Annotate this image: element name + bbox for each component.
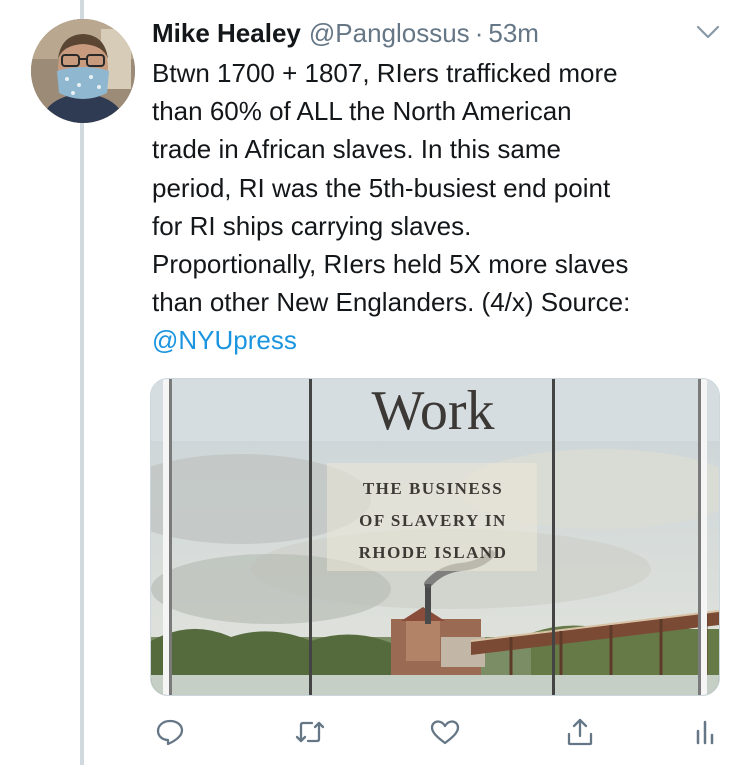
analytics-button[interactable]: [685, 712, 725, 752]
share-button[interactable]: [560, 712, 600, 752]
reply-icon: [156, 719, 184, 746]
mention-link[interactable]: @NYUpress: [152, 321, 742, 359]
tweet-text-line: trade in African slaves. In this same: [152, 134, 561, 165]
tweet-actions: [150, 712, 725, 752]
reply-button[interactable]: [150, 712, 190, 752]
separator-dot: ·: [474, 18, 484, 48]
cover-title: Work: [371, 380, 494, 442]
retweet-button[interactable]: [290, 712, 330, 752]
heart-icon: [430, 720, 460, 745]
book-cover-image: Work THE BUSINESS OF SLAVERY IN RHODE IS…: [151, 379, 719, 695]
display-name[interactable]: Mike Healey: [152, 16, 301, 50]
tweet-text-line: for RI ships carrying slaves.: [152, 210, 472, 241]
cover-subtitle-line: THE BUSINESS: [363, 479, 503, 498]
analytics-icon: [696, 720, 714, 745]
cover-subtitle-line: OF SLAVERY IN: [359, 511, 507, 530]
cover-subtitle-line: RHODE ISLAND: [359, 543, 508, 562]
tweet-text-line: period, RI was the 5th-busiest end point: [152, 172, 611, 203]
timestamp[interactable]: 53m: [488, 16, 539, 50]
tweet-text-line: Proportionally, RIers held 5X more slave…: [152, 249, 629, 280]
tweet-media-image[interactable]: Work THE BUSINESS OF SLAVERY IN RHODE IS…: [150, 378, 720, 696]
avatar-photo: [31, 19, 135, 123]
like-button[interactable]: [425, 712, 465, 752]
avatar[interactable]: [31, 19, 135, 123]
tweet-text-line: than other New Englanders. (4/x) Source:: [152, 287, 631, 318]
retweet-icon: [295, 721, 325, 743]
chevron-down-icon[interactable]: [694, 22, 722, 42]
tweet-text: Btwn 1700 + 1807, RIers trafficked more …: [152, 54, 742, 360]
tweet-header: Mike Healey @Panglossus · 53m: [152, 16, 539, 50]
user-handle[interactable]: @Panglossus: [309, 16, 470, 50]
tweet-text-line: Btwn 1700 + 1807, RIers trafficked more: [152, 58, 618, 88]
tweet-text-line: than 60% of ALL the North American: [152, 96, 572, 127]
share-icon: [567, 718, 593, 746]
